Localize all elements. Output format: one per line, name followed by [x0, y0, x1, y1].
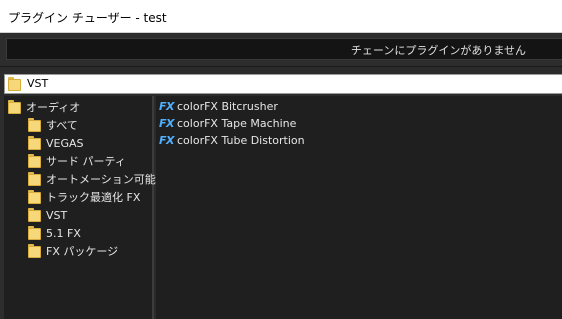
folder-icon	[28, 244, 41, 258]
plugin-list: FX colorFX Bitcrusher FX colorFX Tape Ma…	[156, 96, 562, 319]
plugin-item-tube-distortion[interactable]: FX colorFX Tube Distortion	[159, 132, 305, 149]
folder-icon	[28, 154, 41, 168]
tree-item-fx-packages[interactable]: FX パッケージ	[28, 242, 118, 260]
plugin-item-tape-machine[interactable]: FX colorFX Tape Machine	[159, 115, 296, 132]
tree-item-5-1-fx[interactable]: 5.1 FX	[28, 224, 81, 242]
tree-item-label: VEGAS	[46, 136, 84, 150]
fx-icon: FX	[159, 100, 175, 113]
tree-item-label: VST	[46, 208, 68, 222]
folder-icon	[28, 136, 41, 150]
path-bar[interactable]: VST	[4, 74, 562, 94]
folder-icon	[28, 172, 41, 186]
tree-item-label: トラック最適化 FX	[46, 191, 141, 204]
fx-icon: FX	[159, 134, 175, 147]
title-bar: プラグイン チューザー - test	[0, 0, 562, 33]
folder-tree: オーディオ すべて VEGAS サード パーティ オートメーション可能 トラック…	[4, 96, 156, 319]
tree-item-all[interactable]: すべて	[28, 116, 78, 134]
path-text: VST	[27, 77, 49, 90]
tree-item-vst[interactable]: VST	[28, 206, 67, 224]
folder-icon	[28, 118, 41, 132]
tree-item-label: FX パッケージ	[46, 245, 119, 258]
tree-item-label: オートメーション可能	[46, 173, 156, 186]
tree-item-automatable[interactable]: オートメーション可能	[28, 170, 156, 188]
tree-item-label: 5.1 FX	[46, 226, 81, 240]
plugin-item-label: colorFX Tube Distortion	[177, 134, 305, 147]
folder-icon	[28, 190, 41, 204]
tree-item-label: すべて	[46, 119, 78, 132]
fx-icon: FX	[159, 117, 175, 130]
plugin-chain-bar[interactable]: チェーンにプラグインがありません	[6, 38, 562, 60]
plugin-item-label: colorFX Tape Machine	[177, 117, 297, 130]
tree-item-third-party[interactable]: サード パーティ	[28, 152, 126, 170]
tree-item-label: サード パーティ	[46, 155, 126, 168]
folder-icon	[8, 100, 21, 114]
window-title: プラグイン チューザー - test	[8, 11, 167, 25]
folder-icon	[28, 226, 41, 240]
folder-icon	[28, 208, 41, 222]
plugin-item-label: colorFX Bitcrusher	[177, 100, 278, 113]
tree-item-vegas[interactable]: VEGAS	[28, 134, 84, 152]
plugin-item-bitcrusher[interactable]: FX colorFX Bitcrusher	[159, 98, 278, 115]
tree-item-audio[interactable]: オーディオ	[8, 98, 80, 116]
tree-item-track-optimized-fx[interactable]: トラック最適化 FX	[28, 188, 140, 206]
chain-area: チェーンにプラグインがありません	[0, 33, 562, 67]
folder-icon	[8, 77, 21, 91]
tree-item-label: オーディオ	[26, 101, 81, 114]
chain-empty-message: チェーンにプラグインがありません	[350, 44, 526, 57]
